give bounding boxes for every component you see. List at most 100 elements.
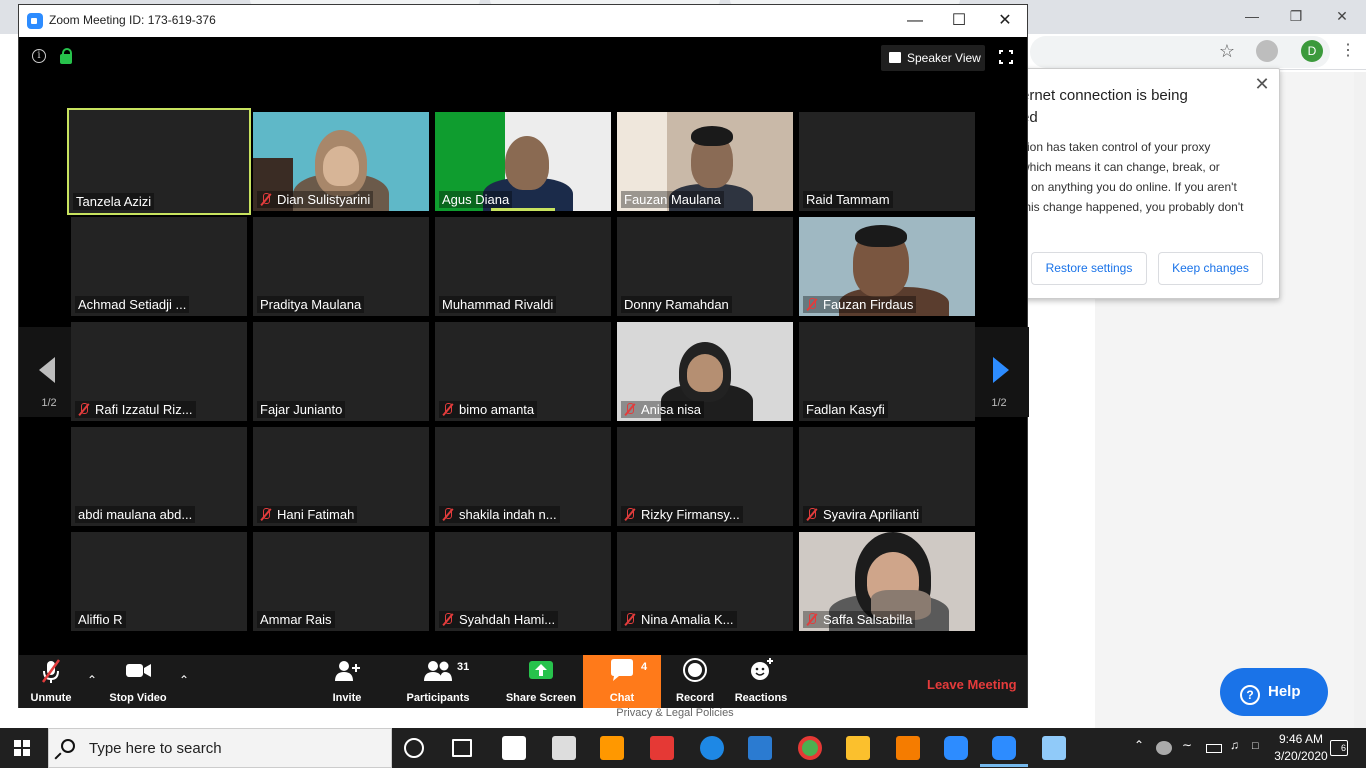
participant-tile[interactable]: Saffa Salsabilla bbox=[799, 532, 975, 631]
audio-options-caret-icon[interactable]: ⌃ bbox=[85, 673, 99, 687]
task-view-icon[interactable] bbox=[452, 739, 472, 757]
reactions-button[interactable]: Reactions bbox=[731, 655, 791, 708]
unmute-button[interactable]: Unmute bbox=[19, 655, 83, 708]
system-clock[interactable]: 9:46 AM 3/20/2020 bbox=[1270, 731, 1332, 765]
participant-name-label: Syahdah Hami... bbox=[439, 611, 559, 628]
participant-tile[interactable]: Hani Fatimah bbox=[253, 427, 429, 526]
participant-tile[interactable]: Raid Tammam bbox=[799, 112, 975, 211]
address-bar[interactable] bbox=[1030, 36, 1330, 68]
window-title: Zoom Meeting ID: 173-619-376 bbox=[49, 13, 216, 27]
speaker-view-button[interactable]: Speaker View bbox=[881, 45, 985, 71]
participant-tile[interactable]: abdi maulana abd... bbox=[71, 427, 247, 526]
participant-tile[interactable]: Donny Ramahdan bbox=[617, 217, 793, 316]
zoom-meeting-taskbar-icon[interactable] bbox=[980, 736, 1028, 767]
participant-tile[interactable]: Fauzan Firdaus bbox=[799, 217, 975, 316]
participant-name-label: Hani Fatimah bbox=[257, 506, 358, 523]
participant-tile[interactable]: Rizky Firmansy... bbox=[617, 427, 793, 526]
close-icon[interactable]: ✕ bbox=[1253, 75, 1271, 93]
profile-avatar[interactable]: D bbox=[1301, 40, 1323, 62]
participant-tile[interactable]: Achmad Setiadji ... bbox=[71, 217, 247, 316]
participant-tile[interactable]: Fajar Junianto bbox=[253, 322, 429, 421]
wifi-icon[interactable]: ∼ bbox=[1182, 738, 1192, 752]
muted-microphone-icon bbox=[442, 613, 454, 625]
zoom-app-icon[interactable] bbox=[944, 736, 968, 760]
participant-name-label: Donny Ramahdan bbox=[621, 296, 732, 313]
restore-settings-button[interactable]: Restore settings bbox=[1031, 252, 1147, 285]
participant-tile[interactable]: Syavira Aprilianti bbox=[799, 427, 975, 526]
xampp-icon[interactable] bbox=[896, 736, 920, 760]
windows-start-icon[interactable] bbox=[14, 740, 30, 756]
participant-tile[interactable]: Rafi Izzatul Riz... bbox=[71, 322, 247, 421]
next-page-button[interactable]: 1/2 bbox=[969, 327, 1029, 417]
fullscreen-icon[interactable] bbox=[997, 48, 1015, 66]
meeting-info-icon[interactable]: i bbox=[32, 49, 46, 63]
cortana-icon[interactable] bbox=[404, 738, 424, 758]
video-options-caret-icon[interactable]: ⌃ bbox=[177, 673, 191, 687]
participant-tile[interactable]: Ammar Rais bbox=[253, 532, 429, 631]
participants-label: Participants bbox=[406, 692, 470, 704]
participant-name: shakila indah n... bbox=[459, 507, 557, 522]
share-screen-label: Share Screen bbox=[505, 692, 577, 704]
store-icon[interactable] bbox=[502, 736, 526, 760]
edge-browser-icon[interactable] bbox=[700, 736, 724, 760]
browser-menu-icon[interactable]: ⋮ bbox=[1340, 40, 1356, 62]
chrome-icon[interactable] bbox=[798, 736, 822, 760]
virtualbox-icon[interactable] bbox=[1042, 736, 1066, 760]
participant-tile[interactable]: bimo amanta bbox=[435, 322, 611, 421]
file-explorer-icon[interactable] bbox=[846, 736, 870, 760]
bookmark-star-icon[interactable]: ☆ bbox=[1216, 40, 1238, 62]
show-hidden-icons-caret-icon[interactable]: ⌃ bbox=[1134, 738, 1144, 752]
invite-button[interactable]: Invite bbox=[321, 655, 373, 708]
browser-restore-button[interactable]: ❐ bbox=[1276, 4, 1316, 28]
browser-minimize-button[interactable]: — bbox=[1232, 4, 1272, 28]
participant-tile[interactable]: Nina Amalia K... bbox=[617, 532, 793, 631]
participant-tile[interactable]: Praditya Maulana bbox=[253, 217, 429, 316]
participant-name-label: Syavira Aprilianti bbox=[803, 506, 923, 523]
participant-tile[interactable]: Anisa nisa bbox=[617, 322, 793, 421]
muted-microphone-icon bbox=[78, 403, 90, 415]
participant-tile[interactable]: Agus Diana bbox=[435, 112, 611, 211]
zoom-meeting-window: Zoom Meeting ID: 173-619-376 — ☐ ✕ i Spe… bbox=[18, 4, 1029, 708]
share-screen-button[interactable]: Share Screen bbox=[503, 655, 579, 708]
battery-icon[interactable] bbox=[1206, 744, 1222, 753]
extension-icon[interactable] bbox=[1256, 40, 1278, 62]
chat-button[interactable]: Chat 4 bbox=[583, 655, 661, 708]
record-button[interactable]: Record bbox=[669, 655, 721, 708]
gift-app-icon[interactable] bbox=[650, 736, 674, 760]
participant-tile[interactable]: Tanzela Azizi bbox=[67, 108, 251, 215]
leave-meeting-button[interactable]: Leave Meeting bbox=[927, 677, 1017, 692]
sublime-text-icon[interactable] bbox=[600, 736, 624, 760]
close-button[interactable]: ✕ bbox=[993, 11, 1017, 31]
volume-icon[interactable]: ♫ bbox=[1230, 738, 1239, 752]
participant-name-label: Fauzan Firdaus bbox=[803, 296, 917, 313]
participant-tile[interactable]: Muhammad Rivaldi bbox=[435, 217, 611, 316]
browser-close-button[interactable]: ✕ bbox=[1322, 4, 1362, 28]
network-status-icon[interactable] bbox=[1156, 741, 1172, 755]
page-scrollbar[interactable] bbox=[1354, 72, 1366, 728]
participant-name-label: Rafi Izzatul Riz... bbox=[75, 401, 196, 418]
minimize-button[interactable]: — bbox=[903, 11, 927, 31]
meeting-controls-bar: Unmute ⌃ Stop Video ⌃ Invite Participant… bbox=[19, 655, 1027, 708]
help-button[interactable]: ? Help bbox=[1220, 668, 1328, 716]
maximize-button[interactable]: ☐ bbox=[947, 11, 971, 31]
participant-name-label: Fajar Junianto bbox=[257, 401, 346, 418]
encryption-lock-icon[interactable] bbox=[60, 48, 72, 64]
muted-microphone-icon bbox=[806, 508, 818, 520]
mail-icon[interactable] bbox=[552, 736, 576, 760]
participant-tile[interactable]: Aliffio R bbox=[71, 532, 247, 631]
muted-microphone-icon bbox=[624, 613, 636, 625]
participant-tile[interactable]: shakila indah n... bbox=[435, 427, 611, 526]
language-indicator-icon[interactable]: □ bbox=[1252, 740, 1259, 752]
participant-tile[interactable]: Syahdah Hami... bbox=[435, 532, 611, 631]
stop-video-button[interactable]: Stop Video bbox=[105, 655, 171, 708]
proxy-warning-popup: ernet connection is being ed ✕ sion has … bbox=[1020, 68, 1280, 299]
previous-page-button[interactable]: 1/2 bbox=[19, 327, 79, 417]
keep-changes-button[interactable]: Keep changes bbox=[1158, 252, 1263, 285]
privacy-legal-link[interactable]: Privacy & Legal Policies bbox=[560, 707, 790, 719]
participant-tile[interactable]: Fadlan Kasyfi bbox=[799, 322, 975, 421]
vscode-icon[interactable] bbox=[748, 736, 772, 760]
taskbar-search-box[interactable]: Type here to search bbox=[48, 728, 392, 768]
action-center-icon[interactable]: 6 bbox=[1330, 740, 1348, 756]
participant-tile[interactable]: Fauzan Maulana bbox=[617, 112, 793, 211]
participant-tile[interactable]: Dian Sulistyarini bbox=[253, 112, 429, 211]
